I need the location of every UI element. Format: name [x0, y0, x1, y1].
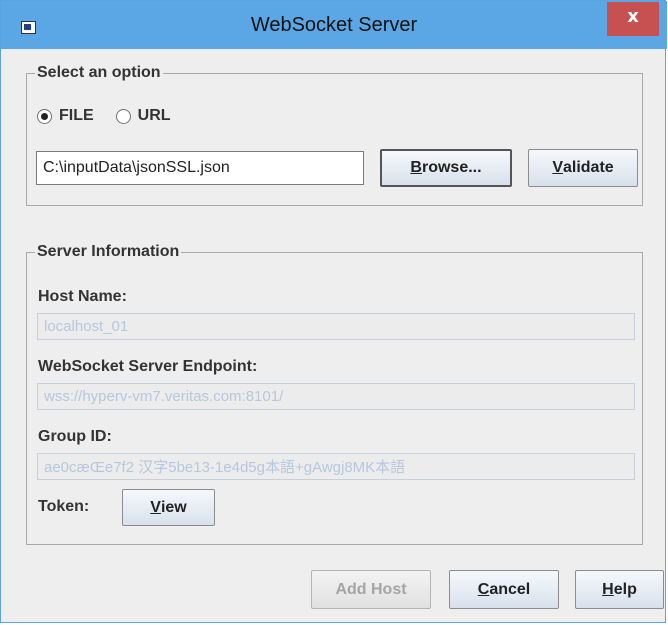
host-name-value: localhost_01 — [44, 318, 129, 335]
source-radio-group: FILE URL — [37, 105, 193, 127]
endpoint-field: wss://hyperv-vm7.veritas.com:8101/ — [37, 383, 635, 410]
file-radio-label[interactable]: FILE — [59, 107, 94, 125]
validate-label: alidate — [562, 159, 614, 176]
endpoint-label: WebSocket Server Endpoint: — [38, 358, 258, 375]
file-radio[interactable] — [37, 108, 52, 124]
host-name-field: localhost_01 — [37, 313, 635, 340]
validate-button[interactable]: Validate — [528, 149, 638, 187]
window-title: WebSocket Server — [250, 14, 418, 36]
browse-button[interactable]: Browse... — [380, 149, 512, 187]
file-path-value: C:\inputData\jsonSSL.json — [43, 159, 230, 176]
cancel-mnemonic: C — [477, 580, 490, 598]
file-path-input[interactable]: C:\inputData\jsonSSL.json — [36, 151, 364, 185]
url-radio-label[interactable]: URL — [138, 107, 171, 125]
validate-mnemonic: V — [552, 159, 563, 176]
browse-label: rowse... — [421, 159, 482, 176]
server-information-legend: Server Information — [37, 243, 180, 260]
view-token-button[interactable]: View — [122, 489, 215, 526]
host-name-label: Host Name: — [38, 288, 127, 305]
websocket-server-dialog: WebSocket Server x Select an option FILE… — [0, 0, 667, 623]
url-radio[interactable] — [115, 108, 131, 124]
view-label: iew — [160, 498, 187, 516]
help-label: elp — [613, 580, 637, 598]
browse-mnemonic: B — [410, 159, 422, 176]
help-mnemonic: H — [602, 580, 614, 598]
group-id-label: Group ID: — [38, 428, 112, 445]
token-label: Token: — [38, 498, 90, 515]
view-mnemonic: V — [150, 498, 161, 516]
add-host-button[interactable]: Add Host — [311, 570, 431, 609]
cancel-button[interactable]: Cancel — [449, 570, 559, 609]
close-button[interactable]: x — [607, 2, 659, 36]
endpoint-value: wss://hyperv-vm7.veritas.com:8101/ — [44, 388, 284, 405]
group-id-field: ae0cæŒe7f2 汉字5be13-1e4d5g本語+gAwgj8MK本語 — [37, 453, 635, 480]
title-bar[interactable]: WebSocket Server x — [1, 1, 667, 49]
cancel-label: ancel — [489, 580, 531, 598]
add-host-label: Add Host — [335, 580, 407, 598]
group-id-value: ae0cæŒe7f2 汉字5be13-1e4d5g本語+gAwgj8MK本語 — [44, 459, 406, 476]
select-option-legend: Select an option — [37, 64, 161, 81]
help-button[interactable]: Help — [575, 570, 664, 609]
close-icon: x — [627, 6, 639, 27]
